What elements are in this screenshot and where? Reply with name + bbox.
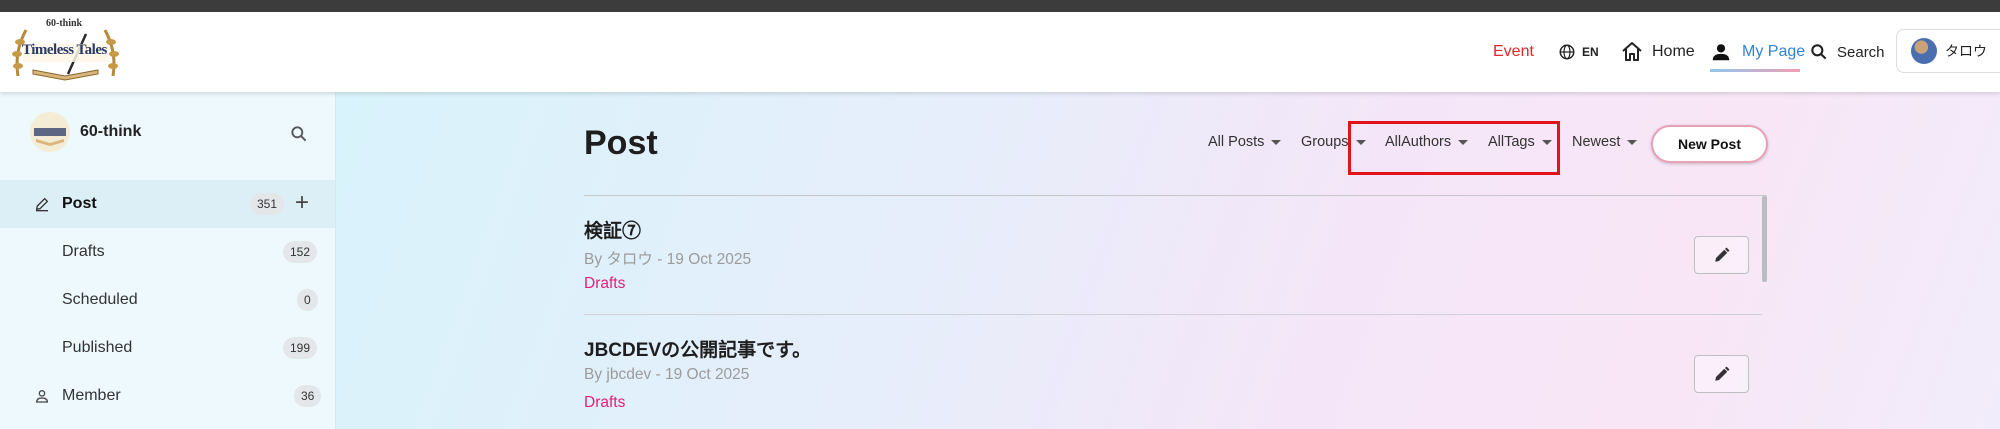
nav-home-link[interactable]: Home [1620,12,1695,92]
browser-top-strip [0,0,2000,12]
page-title: Post [584,124,658,162]
post-meta: By タロウ - 19 Oct 2025 [584,251,752,268]
globe-icon [1559,44,1575,60]
nav-search-link[interactable]: Search [1809,12,1885,92]
sidebar-search-button[interactable] [289,124,309,149]
sidebar-item-label: Post [62,195,97,212]
new-post-button[interactable]: New Post [1651,125,1768,163]
sidebar: 60-think Post 351 + Drafts 152 Scheduled… [0,92,336,429]
avatar [1911,38,1937,64]
search-icon [291,126,307,142]
caret-down-icon [1627,139,1638,145]
add-post-button[interactable]: + [295,190,309,216]
count-badge: 0 [297,289,318,311]
sidebar-item-scheduled[interactable]: Scheduled 0 [0,276,335,324]
search-icon [1811,44,1827,60]
nav-search-label: Search [1837,43,1885,61]
list-item[interactable]: 検証⑦ By タロウ - 19 Oct 2025 Drafts [584,196,1762,315]
post-title[interactable]: JBCDEVの公開記事です。 [584,335,811,362]
person-icon [1712,44,1730,61]
language-label: EN [1582,45,1599,59]
home-icon [1622,42,1642,61]
user-name: タロウ [1945,43,1987,59]
sidebar-logo [30,112,70,152]
edit-post-button[interactable] [1694,236,1749,274]
filter-label: Groups [1301,134,1349,150]
scrollbar[interactable] [1762,196,1767,282]
sidebar-title: 60-think [80,123,142,140]
nav-event-link[interactable]: Event [1493,12,1534,92]
pencil-icon [35,197,49,212]
post-meta: By jbcdev - 19 Oct 2025 [584,366,750,383]
nav-event-label: Event [1493,43,1534,60]
sidebar-header: 60-think [30,112,141,152]
count-badge: 152 [283,241,318,263]
post-status: Drafts [584,275,626,292]
nav-mypage-link[interactable]: My Page [1710,12,1805,92]
filter-label: All Posts [1208,134,1265,150]
logo-subtext: 60-think [46,18,83,29]
annotation-highlight-box [1348,121,1560,175]
sidebar-item-post[interactable]: Post 351 + [0,180,335,228]
logo-title: Timeless Tales [22,42,107,58]
post-list: 検証⑦ By タロウ - 19 Oct 2025 Drafts JBCDEVの公… [584,195,1767,429]
sidebar-item-member[interactable]: Member 36 [0,372,335,420]
language-switcher[interactable]: EN [1558,12,1599,92]
list-item[interactable]: JBCDEVの公開記事です。 By jbcdev - 19 Oct 2025 D… [584,315,1762,429]
pencil-icon [1714,247,1729,262]
count-badge: 36 [294,385,322,407]
sidebar-item-label: Published [62,339,133,356]
post-title[interactable]: 検証⑦ [584,216,641,243]
sidebar-item-published[interactable]: Published 199 [0,324,335,372]
caret-down-icon [1271,139,1282,145]
active-nav-underline [1710,69,1800,72]
sort-filter[interactable]: Newest [1572,134,1638,150]
user-menu-button[interactable]: タロウ [1896,29,2000,73]
edit-post-button[interactable] [1694,355,1749,393]
sidebar-item-label: Drafts [62,243,105,260]
person-outline-icon [35,390,49,403]
count-badge: 199 [283,337,318,359]
sidebar-item-drafts[interactable]: Drafts 152 [0,228,335,276]
sidebar-item-label: Member [62,387,121,404]
all-posts-filter[interactable]: All Posts [1208,134,1282,150]
count-badge: 351 [250,193,285,215]
pencil-icon [1714,366,1729,381]
main-content: Post All Posts Groups AllAuthors AllTags… [336,92,2000,429]
nav-mypage-label: My Page [1742,43,1806,60]
nav-home-label: Home [1652,43,1695,60]
filter-label: Newest [1572,134,1621,150]
sidebar-item-label: Scheduled [62,291,138,308]
site-header: 60-think Timeless Tales Event EN Home My… [0,12,2000,92]
post-status: Drafts [584,394,626,411]
